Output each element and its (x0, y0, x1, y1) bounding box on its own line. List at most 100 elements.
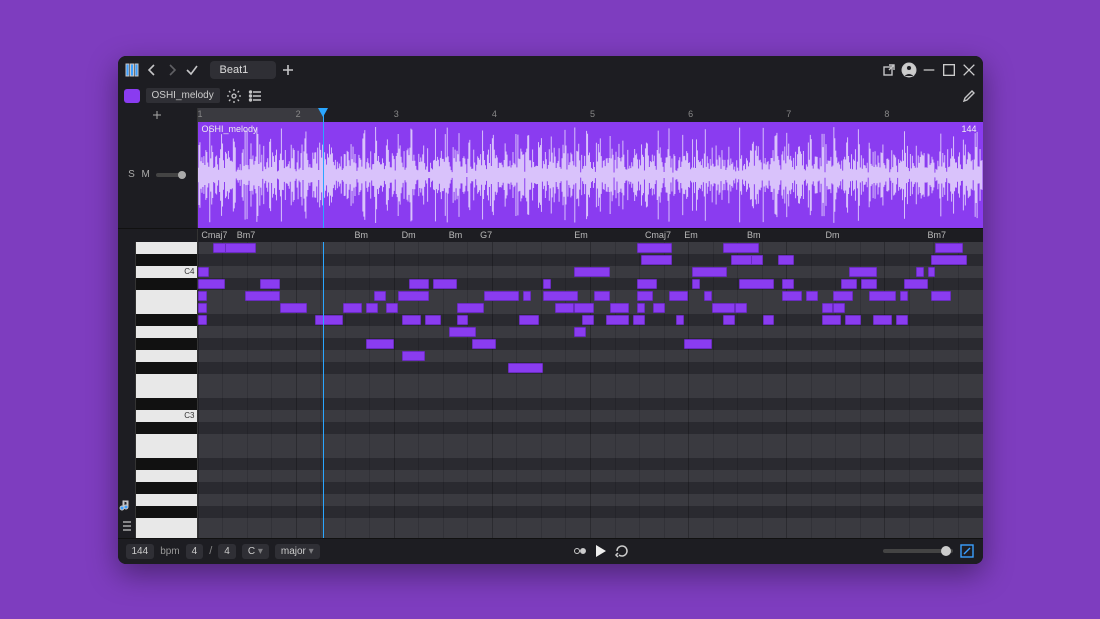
chord-label[interactable]: Em (574, 230, 588, 240)
midi-note[interactable] (594, 291, 610, 301)
automation-mode-icon[interactable] (118, 518, 134, 534)
edit-zoom-icon[interactable] (959, 543, 975, 559)
zoom-slider[interactable] (883, 549, 953, 553)
midi-note[interactable] (723, 315, 735, 325)
chord-label[interactable]: Cmaj7 (645, 230, 671, 240)
midi-note[interactable] (574, 327, 586, 337)
track-name[interactable]: OSHI_melody (146, 88, 220, 103)
midi-note[interactable] (198, 303, 207, 313)
midi-note[interactable] (280, 303, 307, 313)
midi-note[interactable] (198, 315, 207, 325)
midi-note[interactable] (841, 279, 857, 289)
midi-note[interactable] (633, 315, 645, 325)
midi-note[interactable] (409, 279, 429, 289)
note-grid[interactable] (198, 242, 983, 538)
midi-note[interactable] (849, 267, 876, 277)
midi-note[interactable] (543, 279, 551, 289)
chord-track[interactable]: Cmaj7Bm7BmDmBmG7EmCmaj7EmBmDmBm7 (198, 229, 983, 242)
midi-note[interactable] (472, 339, 496, 349)
midi-note[interactable] (225, 243, 256, 253)
midi-note[interactable] (610, 303, 630, 313)
midi-note[interactable] (723, 243, 758, 253)
midi-note[interactable] (260, 279, 280, 289)
midi-note[interactable] (198, 291, 207, 301)
midi-note[interactable] (861, 279, 877, 289)
midi-note[interactable] (822, 315, 842, 325)
midi-note[interactable] (822, 303, 834, 313)
midi-note[interactable] (457, 303, 484, 313)
maximize-button[interactable] (941, 62, 957, 78)
chord-label[interactable]: Bm (747, 230, 761, 240)
midi-note[interactable] (641, 255, 672, 265)
midi-note[interactable] (900, 291, 908, 301)
play-button[interactable] (596, 545, 606, 557)
midi-note[interactable] (712, 303, 736, 313)
close-button[interactable] (961, 62, 977, 78)
midi-note[interactable] (637, 243, 672, 253)
notes-mode-icon[interactable] (118, 498, 134, 514)
midi-note[interactable] (198, 279, 225, 289)
external-icon[interactable] (881, 62, 897, 78)
midi-note[interactable] (704, 291, 712, 301)
chord-label[interactable]: Dm (826, 230, 840, 240)
pencil-icon[interactable] (961, 88, 977, 104)
midi-note[interactable] (449, 327, 476, 337)
midi-note[interactable] (782, 279, 794, 289)
project-tab[interactable]: Beat1 (210, 61, 277, 79)
list-icon[interactable] (248, 88, 264, 104)
midi-note[interactable] (198, 267, 210, 277)
midi-note[interactable] (574, 303, 594, 313)
midi-note[interactable] (778, 255, 794, 265)
user-icon[interactable] (901, 62, 917, 78)
waveform-clip[interactable]: OSHI_melody 144 (198, 122, 983, 228)
midi-note[interactable] (763, 315, 775, 325)
midi-note[interactable] (366, 339, 393, 349)
midi-note[interactable] (692, 267, 727, 277)
midi-note[interactable] (519, 315, 539, 325)
chord-label[interactable]: Bm (355, 230, 369, 240)
midi-note[interactable] (904, 279, 928, 289)
midi-note[interactable] (574, 267, 609, 277)
midi-note[interactable] (751, 255, 763, 265)
midi-note[interactable] (245, 291, 280, 301)
chord-label[interactable]: Bm7 (928, 230, 947, 240)
chord-label[interactable]: Bm (449, 230, 463, 240)
time-ruler[interactable]: 123456789 (198, 108, 983, 122)
midi-note[interactable] (833, 291, 853, 301)
midi-note[interactable] (543, 291, 578, 301)
minimize-button[interactable] (921, 62, 937, 78)
record-icon[interactable] (572, 543, 588, 559)
midi-note[interactable] (637, 279, 657, 289)
add-track-button[interactable] (118, 108, 198, 122)
midi-note[interactable] (398, 291, 429, 301)
midi-note[interactable] (782, 291, 802, 301)
scale-select[interactable]: major ▾ (275, 544, 320, 559)
midi-note[interactable] (931, 255, 966, 265)
midi-note[interactable] (555, 303, 575, 313)
volume-slider[interactable] (156, 173, 186, 177)
midi-note[interactable] (508, 363, 543, 373)
midi-note[interactable] (402, 315, 422, 325)
midi-note[interactable] (523, 291, 531, 301)
midi-note[interactable] (669, 291, 689, 301)
midi-note[interactable] (366, 303, 378, 313)
midi-note[interactable] (386, 303, 398, 313)
time-sig-num[interactable]: 4 (186, 544, 204, 559)
midi-note[interactable] (374, 291, 386, 301)
midi-note[interactable] (833, 303, 845, 313)
midi-note[interactable] (896, 315, 908, 325)
midi-note[interactable] (582, 315, 594, 325)
track-color-chip[interactable] (124, 89, 140, 103)
midi-note[interactable] (606, 315, 630, 325)
midi-note[interactable] (637, 303, 645, 313)
midi-note[interactable] (402, 351, 426, 361)
piano-keys[interactable]: C4C3 (136, 242, 198, 538)
time-sig-den[interactable]: 4 (218, 544, 236, 559)
forward-icon[interactable] (164, 62, 180, 78)
midi-note[interactable] (931, 291, 951, 301)
midi-note[interactable] (692, 279, 700, 289)
midi-note[interactable] (425, 315, 441, 325)
midi-note[interactable] (873, 315, 893, 325)
midi-note[interactable] (684, 339, 711, 349)
midi-note[interactable] (343, 303, 363, 313)
